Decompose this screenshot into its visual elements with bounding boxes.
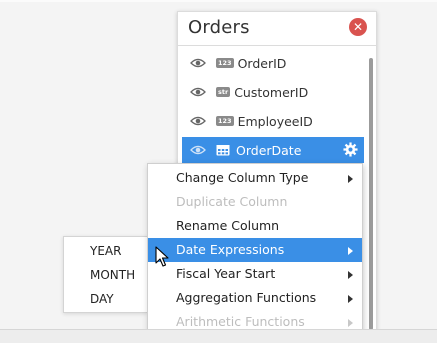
string-type-icon: str	[216, 87, 231, 97]
menu-item-change-column-type[interactable]: Change Column Type	[148, 166, 362, 190]
number-type-icon: 123	[216, 116, 234, 126]
menu-item-rename-column[interactable]: Rename Column	[148, 214, 362, 238]
number-type-icon: 123	[216, 58, 234, 68]
menu-item-label: Fiscal Year Start	[176, 266, 276, 281]
bottom-bar	[0, 329, 437, 343]
field-row-customerid[interactable]: str CustomerID	[182, 79, 364, 105]
context-menu: Change Column Type Duplicate Column Rena…	[147, 163, 363, 335]
menu-item-aggregation-functions[interactable]: Aggregation Functions	[148, 286, 362, 310]
divider	[178, 45, 376, 46]
menu-item-label: Change Column Type	[176, 170, 309, 185]
menu-item-label: Aggregation Functions	[176, 290, 317, 305]
submenu-item-month[interactable]: MONTH	[90, 268, 135, 282]
top-edge	[0, 0, 437, 2]
chevron-right-icon	[348, 271, 353, 279]
gear-icon[interactable]	[343, 142, 358, 157]
menu-item-duplicate-column: Duplicate Column	[148, 190, 362, 214]
field-row-orderdate[interactable]: OrderDate	[182, 137, 364, 163]
panel-title: Orders	[188, 17, 250, 38]
menu-item-label: Rename Column	[176, 218, 280, 233]
mouse-cursor-icon	[155, 246, 169, 267]
field-label: OrderID	[237, 55, 287, 71]
menu-item-fiscal-year-start[interactable]: Fiscal Year Start	[148, 262, 362, 286]
close-icon: ✕	[352, 20, 364, 34]
menu-item-label: Date Expressions	[176, 242, 285, 257]
chevron-right-icon	[348, 295, 353, 303]
close-button[interactable]: ✕	[349, 18, 367, 36]
eye-icon[interactable]	[190, 144, 206, 156]
submenu-item-year[interactable]: YEAR	[90, 244, 121, 258]
scrollbar[interactable]	[369, 58, 373, 330]
menu-item-label: Duplicate Column	[176, 194, 288, 209]
date-expressions-submenu: YEAR MONTH DAY	[63, 236, 148, 313]
field-label: OrderDate	[236, 142, 302, 158]
field-row-employeeid[interactable]: 123 EmployeeID	[182, 108, 364, 134]
chevron-right-icon	[348, 319, 353, 327]
field-label: EmployeeID	[237, 113, 313, 129]
eye-icon[interactable]	[190, 86, 206, 98]
eye-icon[interactable]	[190, 115, 206, 127]
eye-icon[interactable]	[190, 57, 206, 69]
calendar-icon	[216, 145, 230, 156]
chevron-right-icon	[348, 247, 353, 255]
chevron-right-icon	[348, 175, 353, 183]
submenu-item-day[interactable]: DAY	[90, 292, 114, 306]
field-row-orderid[interactable]: 123 OrderID	[182, 50, 364, 76]
field-label: CustomerID	[234, 84, 309, 100]
menu-item-date-expressions[interactable]: Date Expressions	[148, 238, 362, 262]
